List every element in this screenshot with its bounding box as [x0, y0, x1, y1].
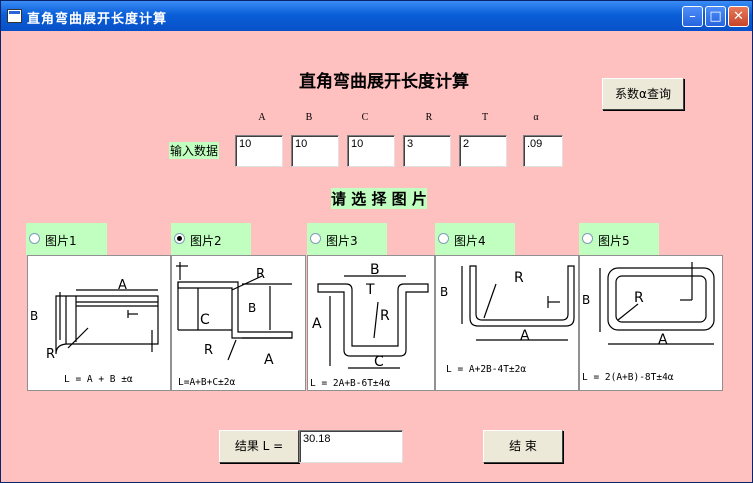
column-label-b: B — [305, 112, 313, 123]
dimension-label-r2: R — [204, 343, 213, 358]
dimension-label-b: B — [370, 262, 380, 278]
bend-diagram-1: A B R L = A + B ±α — [30, 278, 159, 385]
dimension-label-b: B — [30, 309, 38, 323]
page-heading: 直角弯曲展开长度计算 — [299, 72, 469, 92]
dimension-label-c: C — [374, 354, 384, 370]
dimension-label-r: R — [256, 267, 265, 282]
dimension-label-r: R — [380, 308, 390, 324]
column-label-r: R — [425, 112, 433, 123]
bend-diagram-2: R C B R A L=A+B+C±2α — [176, 262, 293, 388]
radio-picture-1[interactable]: 图片1 — [26, 223, 107, 255]
column-label-c: C — [361, 112, 369, 123]
radio-button-icon[interactable] — [582, 233, 593, 244]
radio-label: 图片4 — [454, 234, 486, 248]
dimension-label-r: R — [514, 270, 524, 286]
dimension-label-a: A — [118, 278, 127, 293]
radio-label: 图片5 — [598, 234, 630, 248]
dimension-label-r: R — [634, 290, 644, 306]
picture-4[interactable]: B R A L = A+2B-4T±2α — [435, 255, 579, 391]
coefficient-query-button[interactable]: 系数α查询 — [602, 78, 684, 110]
title-bar[interactable]: 直角弯曲展开长度计算 – □ ✕ — [1, 1, 752, 31]
dimension-label-b: B — [582, 293, 590, 307]
bend-diagram-3: B T R A C L = 2A+B-6T±4α — [310, 262, 429, 389]
radio-button-icon[interactable] — [438, 233, 449, 244]
radio-picture-5[interactable]: 图片5 — [579, 223, 659, 255]
radio-picture-4[interactable]: 图片4 — [435, 223, 515, 255]
column-label-t: T — [481, 112, 489, 123]
input-alpha[interactable]: .09 — [523, 135, 563, 167]
picture-3[interactable]: B T R A C L = 2A+B-6T±4α — [307, 255, 435, 391]
close-icon[interactable]: ✕ — [728, 6, 749, 27]
result-button[interactable]: 结果 L = — [219, 430, 299, 463]
dimension-label-c: C — [200, 312, 210, 328]
window-title: 直角弯曲展开长度计算 — [27, 12, 168, 27]
input-data-label: 输入数据 — [169, 142, 220, 159]
bend-diagram-4: B R A L = A+2B-4T±2α — [440, 265, 575, 375]
app-icon — [7, 9, 22, 23]
input-a[interactable]: 10 — [235, 135, 283, 167]
dimension-label-a: A — [520, 328, 530, 344]
input-c[interactable]: 10 — [347, 135, 395, 167]
dimension-label-b: B — [248, 301, 256, 315]
dimension-label-a: A — [658, 332, 668, 348]
radio-button-icon[interactable] — [29, 233, 40, 244]
main-window: 直角弯曲展开长度计算 – □ ✕ 直角弯曲展开长度计算 系数α查询 A B C … — [0, 0, 753, 483]
column-label-alpha: α — [533, 112, 539, 123]
formula-1: L = A + B ±α — [64, 374, 133, 385]
formula-2: L=A+B+C±2α — [178, 377, 235, 388]
radio-picture-3[interactable]: 图片3 — [307, 223, 387, 255]
radio-button-icon[interactable] — [310, 233, 321, 244]
select-picture-heading: 请 选 择 图 片 — [331, 188, 427, 209]
result-field[interactable]: 30.18 — [299, 430, 403, 463]
input-t[interactable]: 2 — [459, 135, 507, 167]
radio-label: 图片1 — [45, 234, 77, 248]
radio-label: 图片3 — [326, 234, 358, 248]
radio-button-selected-icon[interactable] — [174, 233, 185, 244]
radio-label: 图片2 — [190, 234, 222, 248]
input-b[interactable]: 10 — [291, 135, 339, 167]
picture-1[interactable]: A B R L = A + B ±α — [27, 255, 171, 391]
formula-3: L = 2A+B-6T±4α — [310, 378, 390, 389]
dimension-label-a: A — [264, 352, 274, 368]
bend-diagram-5: B R A L = 2(A+B)-8T±4α — [582, 262, 715, 383]
dimension-label-r: R — [46, 347, 55, 362]
picture-5[interactable]: B R A L = 2(A+B)-8T±4α — [579, 255, 723, 391]
column-label-a: A — [258, 112, 266, 123]
formula-4: L = A+2B-4T±2α — [446, 364, 526, 375]
end-button[interactable]: 结 束 — [483, 430, 563, 463]
formula-5: L = 2(A+B)-8T±4α — [582, 372, 674, 383]
input-r[interactable]: 3 — [403, 135, 451, 167]
picture-2[interactable]: R C B R A L=A+B+C±2α — [171, 255, 306, 391]
maximize-icon[interactable]: □ — [705, 6, 726, 27]
dimension-label-t: T — [365, 282, 375, 298]
minimize-icon[interactable]: – — [682, 6, 703, 27]
dimension-label-b: B — [440, 285, 448, 299]
dimension-label-a: A — [312, 316, 322, 332]
radio-picture-2[interactable]: 图片2 — [171, 223, 251, 255]
